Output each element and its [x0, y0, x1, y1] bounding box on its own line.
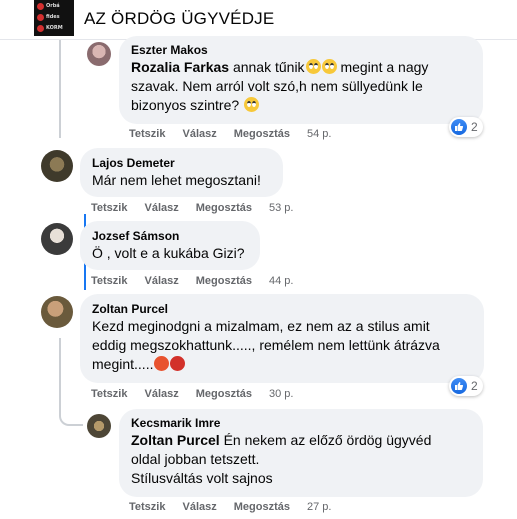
- share-button[interactable]: Megosztás: [196, 275, 252, 287]
- mention-link[interactable]: Rozalia Farkas: [131, 59, 229, 75]
- face-with-rolling-eyes-icon: [321, 59, 337, 74]
- reply-button[interactable]: Válasz: [144, 202, 178, 214]
- comment-text-part: szavak. Nem arról volt szó,h nem süllyed…: [131, 78, 423, 94]
- comment-text: Zoltan Purcel Én nekem az előző ördög üg…: [131, 431, 471, 488]
- share-button[interactable]: Megosztás: [234, 128, 290, 140]
- comment-author[interactable]: Eszter Makos: [131, 42, 471, 58]
- thumb-text: fides: [46, 14, 60, 20]
- reply-button[interactable]: Válasz: [182, 501, 216, 513]
- comment-actions: Tetszik Válasz Megosztás 54 p.: [129, 128, 331, 140]
- thread-line: [59, 338, 61, 408]
- avatar[interactable]: [41, 296, 73, 328]
- avatar[interactable]: [41, 150, 73, 182]
- thread-connector: [59, 400, 83, 426]
- comment-actions: Tetszik Válasz Megosztás 30 p.: [91, 388, 293, 400]
- reaction-count[interactable]: 2: [449, 117, 483, 137]
- comment-text-part: oldal jobban tetszett.: [131, 451, 260, 467]
- like-button[interactable]: Tetszik: [129, 128, 165, 140]
- comment-bubble: Lajos Demeter Már nem lehet megosztani!: [80, 148, 283, 197]
- comment-timestamp[interactable]: 44 p.: [269, 275, 293, 287]
- share-button[interactable]: Megosztás: [234, 501, 290, 513]
- like-reaction-icon: [451, 378, 467, 394]
- comment-text-part: Kezd meginodgni a mizalmam, ez nem az a …: [92, 318, 430, 334]
- comment-text: Rozalia Farkas annak tűnik megint a nagy…: [131, 58, 471, 115]
- red-dot-icon: [37, 3, 44, 10]
- comment-text-part: bizonyos szintre?: [131, 97, 244, 113]
- like-button[interactable]: Tetszik: [129, 501, 165, 513]
- mention-link[interactable]: Zoltan Purcel: [131, 432, 220, 448]
- reply-button[interactable]: Válasz: [182, 128, 216, 140]
- comment-text-part: megint.....: [92, 356, 154, 372]
- comment-bubble: Eszter Makos Rozalia Farkas annak tűnik …: [119, 36, 483, 124]
- comment-text: Kezd meginodgni a mizalmam, ez nem az a …: [92, 317, 472, 374]
- share-button[interactable]: Megosztás: [196, 388, 252, 400]
- comment-text-part: Stílusváltás volt sajnos: [131, 470, 273, 486]
- face-with-rolling-eyes-icon: [305, 59, 321, 74]
- comment-bubble: Kecsmarik Imre Zoltan Purcel Én nekem az…: [119, 409, 483, 497]
- face-with-rolling-eyes-icon: [244, 97, 260, 112]
- comment-timestamp[interactable]: 27 p.: [307, 501, 331, 513]
- comment-actions: Tetszik Válasz Megosztás 53 p.: [91, 202, 293, 214]
- like-button[interactable]: Tetszik: [91, 202, 127, 214]
- avatar[interactable]: [41, 223, 73, 255]
- avatar[interactable]: [87, 42, 111, 66]
- comment-text-part: annak tűnik: [229, 59, 305, 75]
- angry-face-icon: [154, 356, 170, 371]
- comment-actions: Tetszik Válasz Megosztás 44 p.: [91, 275, 293, 287]
- reaction-number: 2: [471, 120, 478, 134]
- page-title[interactable]: AZ ÖRDÖG ÜGYVÉDJE: [84, 9, 274, 29]
- like-reaction-icon: [451, 119, 467, 135]
- comment-author[interactable]: Zoltan Purcel: [92, 301, 472, 317]
- page-header: Orbá fides KORM AZ ÖRDÖG ÜGYVÉDJE: [0, 0, 517, 40]
- comment-text-part: megint a nagy: [336, 59, 429, 75]
- comment-bubble: Zoltan Purcel Kezd meginodgni a mizalmam…: [80, 294, 484, 383]
- comment-author[interactable]: Jozsef Sámson: [92, 228, 248, 244]
- comment-author[interactable]: Lajos Demeter: [92, 155, 271, 171]
- comment-timestamp[interactable]: 53 p.: [269, 202, 293, 214]
- comment-text: Már nem lehet megosztani!: [92, 172, 261, 188]
- red-dot-icon: [37, 25, 44, 32]
- comment-timestamp[interactable]: 30 p.: [269, 388, 293, 400]
- avatar[interactable]: [87, 414, 111, 438]
- red-dot-icon: [37, 14, 44, 21]
- thread-line: [59, 40, 61, 138]
- thumb-text: KORM: [46, 25, 63, 31]
- share-button[interactable]: Megosztás: [196, 202, 252, 214]
- comment-author[interactable]: Kecsmarik Imre: [131, 415, 471, 431]
- comment-timestamp[interactable]: 54 p.: [307, 128, 331, 140]
- reaction-count[interactable]: 2: [449, 376, 483, 396]
- thumb-text: Orbá: [46, 3, 60, 9]
- reply-button[interactable]: Válasz: [144, 275, 178, 287]
- comment-actions: Tetszik Válasz Megosztás 27 p.: [129, 501, 331, 513]
- face-with-symbols-icon: [170, 356, 186, 371]
- reply-button[interactable]: Válasz: [144, 388, 178, 400]
- page-avatar[interactable]: Orbá fides KORM: [34, 0, 74, 36]
- comment-text-part: eddig megszokhattunk....., remélem nem l…: [92, 337, 440, 353]
- comment-text-part: Én nekem az előző ördög ügyvéd: [219, 432, 432, 448]
- comment-text: Ö , volt e a kukába Gizi?: [92, 245, 245, 261]
- like-button[interactable]: Tetszik: [91, 275, 127, 287]
- like-button[interactable]: Tetszik: [91, 388, 127, 400]
- reaction-number: 2: [471, 379, 478, 393]
- comment-bubble: Jozsef Sámson Ö , volt e a kukába Gizi?: [80, 221, 260, 270]
